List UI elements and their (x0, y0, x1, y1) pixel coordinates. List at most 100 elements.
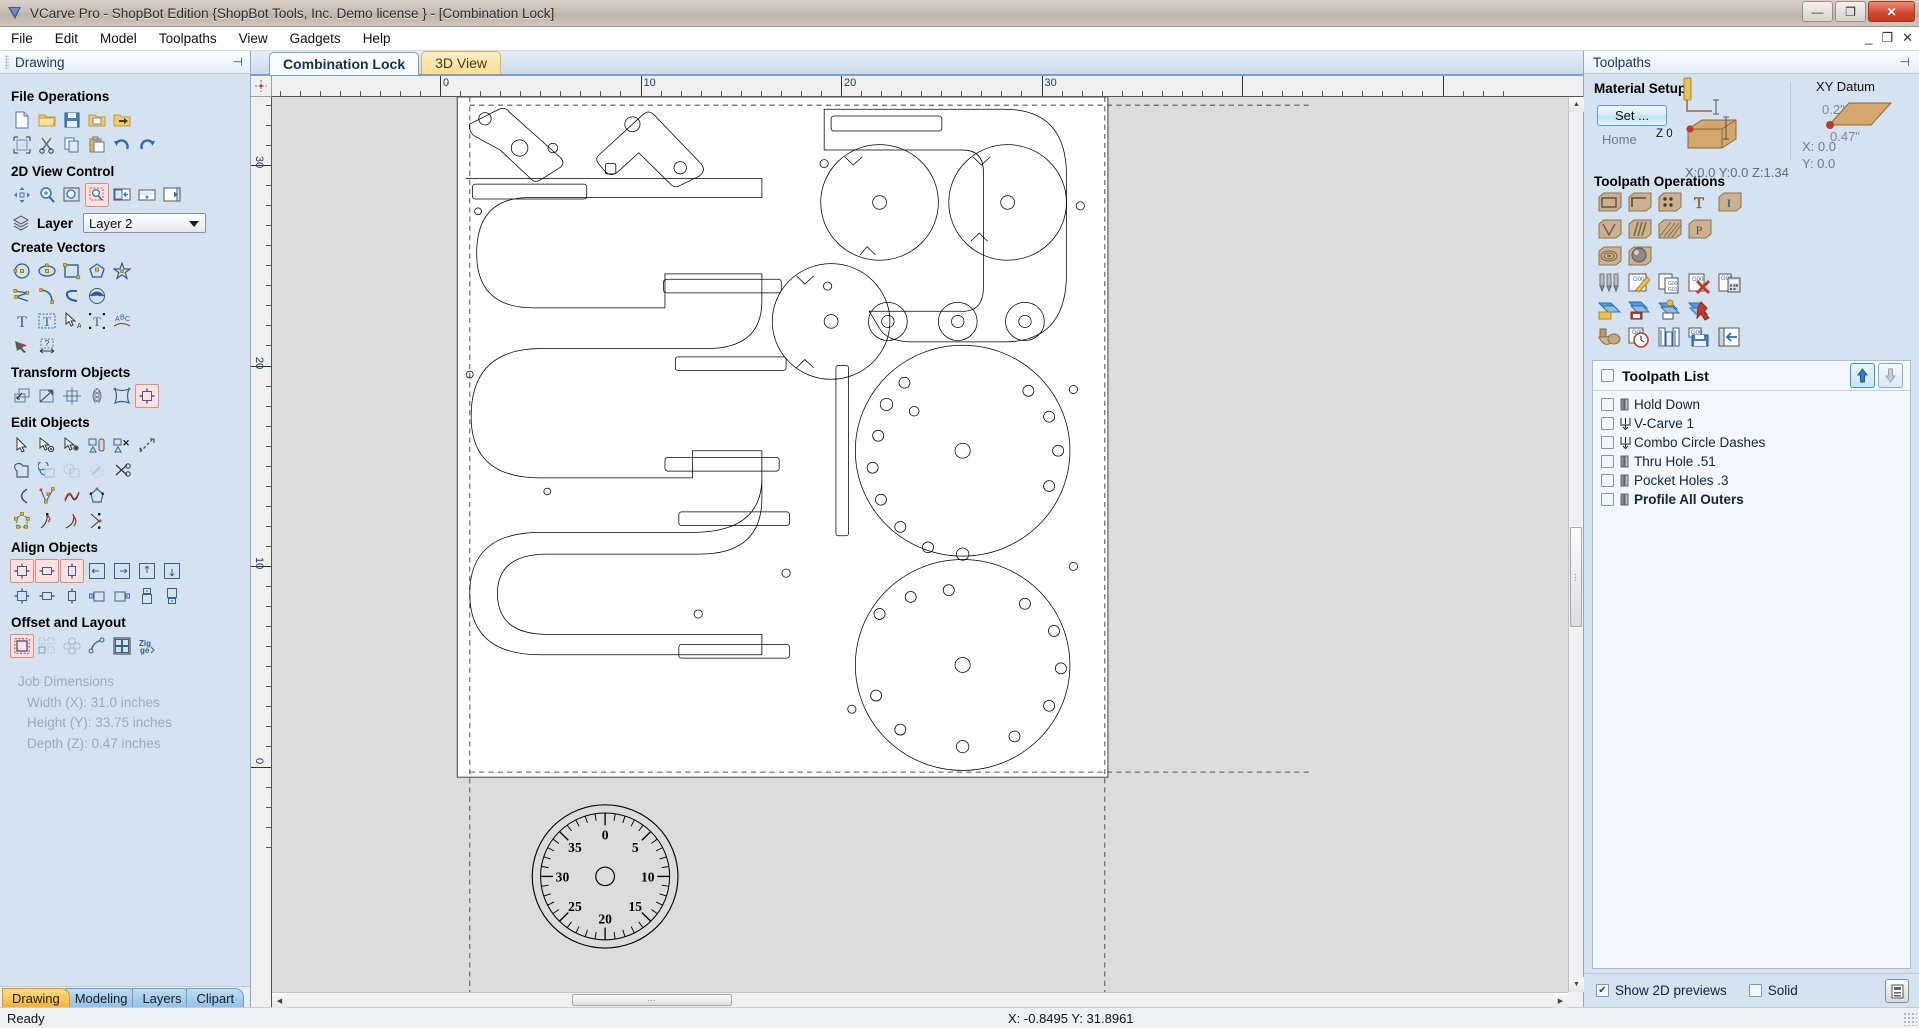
tab-drawing[interactable]: Drawing (2, 988, 70, 1007)
panel-grip-icon[interactable] (5, 55, 9, 69)
rotate-icon[interactable] (60, 384, 84, 408)
dimension-icon[interactable]: ? (35, 334, 59, 358)
vcarve-toolpath-icon[interactable]: T (1685, 189, 1714, 215)
scroll-left-arrow-icon[interactable]: ◀ (272, 993, 287, 1008)
menu-help[interactable]: Help (352, 28, 402, 49)
move-node-icon[interactable] (60, 434, 84, 458)
close-button[interactable]: ✕ (1868, 1, 1915, 22)
zigzag-icon[interactable]: Zigge (135, 634, 159, 658)
texture-toolpath-icon[interactable] (1655, 216, 1684, 242)
toolpath-preview-icon[interactable] (1885, 979, 1909, 1003)
toolpath-checkbox[interactable] (1601, 493, 1614, 506)
menu-model[interactable]: Model (89, 28, 148, 49)
open-recent-icon[interactable] (85, 108, 109, 132)
move-toolpath-up-button[interactable] (1850, 363, 1875, 388)
new-file-icon[interactable] (10, 108, 34, 132)
vcarve-prism-icon[interactable] (1595, 216, 1624, 242)
resize-grip-icon[interactable] (1903, 1012, 1917, 1026)
menu-toolpaths[interactable]: Toolpaths (148, 28, 228, 49)
zoom-drawing-icon[interactable] (110, 183, 134, 207)
align-mat-right-icon[interactable] (110, 584, 134, 608)
roughing-3d-icon[interactable] (1595, 243, 1624, 269)
circle-icon[interactable] (10, 259, 34, 283)
open-folder-icon[interactable] (35, 108, 59, 132)
doc-tab-3d-view[interactable]: 3D View (421, 51, 501, 74)
offset-icon[interactable] (10, 634, 34, 658)
horizontal-ruler[interactable]: 0102030 (272, 76, 1583, 97)
toolpath-summary-icon[interactable] (1655, 324, 1684, 350)
trace-bitmap-icon[interactable] (10, 334, 34, 358)
text-select-icon[interactable]: AB (60, 309, 84, 333)
text-on-curve-icon[interactable]: ABC (110, 309, 134, 333)
polyline-icon[interactable] (10, 284, 34, 308)
save-icon[interactable] (60, 108, 84, 132)
move-toolpath-down-button[interactable] (1878, 363, 1903, 388)
import-icon[interactable] (110, 108, 134, 132)
align-mat-horiz-icon[interactable] (35, 584, 59, 608)
align-bottom-icon[interactable] (160, 559, 184, 583)
node-edit-icon[interactable] (35, 434, 59, 458)
inlay-toolpath-icon[interactable]: I (1715, 189, 1744, 215)
weld-icon[interactable] (10, 459, 34, 483)
rectangle-icon[interactable] (60, 259, 84, 283)
minimize-button[interactable]: — (1802, 1, 1833, 22)
toolpath-item-hold-down[interactable]: Hold Down (1593, 395, 1910, 414)
toolpath-item-profile-all-outers[interactable]: Profile All Outers (1593, 490, 1910, 509)
align-center-both-icon[interactable] (10, 559, 34, 583)
drill-toolpath-icon[interactable] (1655, 189, 1684, 215)
finishing-3d-icon[interactable] (1625, 243, 1654, 269)
profile-toolpath-icon[interactable] (1595, 189, 1624, 215)
start-point-icon[interactable] (35, 509, 59, 533)
undo-icon[interactable] (110, 133, 134, 157)
ungroup-icon[interactable]: ✕ (110, 434, 134, 458)
toolpath-item-pocket-holes[interactable]: Pocket Holes .3 (1593, 471, 1910, 490)
move-icon[interactable] (10, 384, 34, 408)
intersect-icon[interactable] (60, 459, 84, 483)
toolpath-list-select-all-checkbox[interactable] (1601, 369, 1614, 382)
close-vector-icon[interactable] (85, 484, 109, 508)
tab-layers[interactable]: Layers (132, 988, 191, 1007)
scroll-up-arrow-icon[interactable]: ▲ (1569, 97, 1584, 112)
text-box-icon[interactable]: T (35, 309, 59, 333)
close-panel-icon[interactable] (1715, 324, 1744, 350)
block-copy-icon[interactable] (110, 634, 134, 658)
copy-along-curve-icon[interactable] (85, 634, 109, 658)
spiral-icon[interactable] (85, 284, 109, 308)
toolpath-checkbox[interactable] (1601, 455, 1614, 468)
scale-icon[interactable] (35, 384, 59, 408)
mdi-close-button[interactable]: ✕ (1902, 30, 1913, 46)
scroll-down-arrow-icon[interactable]: ▼ (1569, 977, 1584, 992)
polygon-icon[interactable] (85, 259, 109, 283)
curve-edit-icon[interactable] (60, 509, 84, 533)
show-2d-previews-checkbox[interactable]: ✔ (1596, 984, 1609, 997)
ruler-origin-marker[interactable] (251, 76, 272, 97)
menu-view[interactable]: View (228, 28, 279, 49)
align-mat-bottom-icon[interactable] (160, 584, 184, 608)
align-right-icon[interactable] (110, 559, 134, 583)
menu-gadgets[interactable]: Gadgets (279, 28, 352, 49)
insert-point-icon[interactable] (85, 509, 109, 533)
smooth-icon[interactable] (60, 484, 84, 508)
join-icon[interactable] (10, 484, 34, 508)
save-toolpath-icon[interactable] (1625, 297, 1654, 323)
scroll-right-arrow-icon[interactable]: ▶ (1553, 993, 1568, 1008)
toolpath-checkbox[interactable] (1601, 417, 1614, 430)
zoom-in-icon[interactable] (35, 183, 59, 207)
nest-icon[interactable] (35, 634, 59, 658)
layer-select[interactable]: Layer 2 (83, 213, 206, 233)
horizontal-scrollbar[interactable]: ◀ ⋯ ▶ (272, 992, 1568, 1007)
text-icon[interactable]: T (10, 309, 34, 333)
preview-toolpath-icon[interactable] (1595, 324, 1624, 350)
trim-icon[interactable] (110, 459, 134, 483)
mirror-icon[interactable] (85, 384, 109, 408)
curve-icon[interactable] (60, 284, 84, 308)
doc-tab-combination-lock[interactable]: Combination Lock (269, 52, 419, 75)
tool-database-icon[interactable] (1595, 270, 1624, 296)
arc-icon[interactable] (35, 284, 59, 308)
maximize-button[interactable]: ❐ (1835, 1, 1866, 22)
toolpath-folder-icon[interactable] (1595, 297, 1624, 323)
menu-edit[interactable]: Edit (44, 28, 89, 49)
measure-icon[interactable] (135, 434, 159, 458)
redo-icon[interactable] (135, 133, 159, 157)
mdi-restore-button[interactable]: ❐ (1881, 30, 1893, 46)
